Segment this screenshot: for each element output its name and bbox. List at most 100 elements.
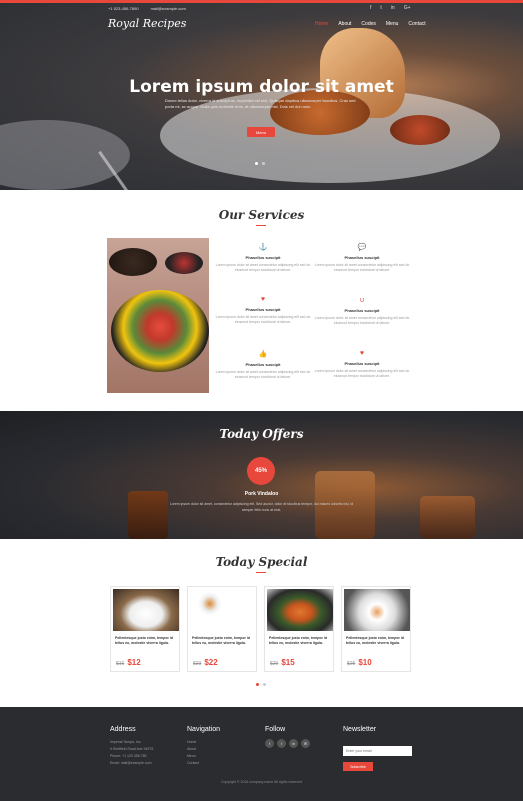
services-food-image xyxy=(107,238,209,393)
footer-link[interactable]: About xyxy=(187,746,220,753)
service-text: Lorem ipsum dolor sit amet consectetur a… xyxy=(215,315,311,324)
old-price: $16 xyxy=(116,661,125,667)
linkedin-icon[interactable]: in xyxy=(289,739,298,748)
menu-item-about[interactable]: About xyxy=(338,21,351,27)
linkedin-icon[interactable]: in xyxy=(391,5,395,11)
footer-address: Address Imperial Tampa, Inc. 9 Sheffield… xyxy=(110,726,153,767)
dish-description: Pellentesque justo enim, tempor id tellu… xyxy=(346,636,404,645)
heartbeat-icon: ♥ xyxy=(359,350,365,357)
service-title: Phasellus suscipit xyxy=(245,255,281,260)
menu-item-contact[interactable]: Contact xyxy=(408,21,425,27)
service-item: ∪ Phasellus suscipit Lorem ipsum dolor s… xyxy=(312,296,412,326)
menu-item-codes[interactable]: Codes xyxy=(361,21,375,27)
address-line: Imperial Tampa, Inc. xyxy=(110,740,142,744)
logo[interactable]: Royal Recipes xyxy=(108,17,186,30)
footer-socials: f t in ✉ xyxy=(265,739,310,748)
dish-description: Pellentesque justo enim, tempor id tellu… xyxy=(192,636,250,645)
newsletter-email-input[interactable] xyxy=(343,746,412,756)
service-item: 💬 Phasellus suscipit Lorem ipsum dolor s… xyxy=(312,243,412,273)
old-price: $33 xyxy=(193,661,202,667)
footer-follow: Follow f t in ✉ xyxy=(265,726,310,748)
service-title: Phasellus suscipit xyxy=(245,307,281,312)
service-item: 👍 Phasellus suscipit Lorem ipsum dolor s… xyxy=(213,350,313,380)
slider-dot[interactable] xyxy=(262,162,265,165)
address-line: 9 Sheffield Road Ave 34975 xyxy=(110,747,154,751)
hero-menu-button[interactable]: Menu xyxy=(247,127,275,137)
title-underline xyxy=(256,225,266,226)
price: $25 $10 xyxy=(347,658,372,667)
subscribe-button[interactable]: Subscribe xyxy=(343,762,373,771)
footer-heading: Navigation xyxy=(187,726,221,733)
new-price: $10 xyxy=(358,658,372,667)
sauce-bowl-image xyxy=(109,248,157,276)
offer-text: Lorem ipsum dolor sit amet, consectetur … xyxy=(169,502,354,512)
footer-heading: Newsletter xyxy=(343,726,377,733)
anchor-icon: ⚓ xyxy=(258,244,268,251)
slider-dot[interactable] xyxy=(255,162,258,165)
dish-image xyxy=(267,589,333,631)
twitter-icon[interactable]: t xyxy=(277,739,286,748)
special-card[interactable]: Pellentesque justo enim, tempor id tellu… xyxy=(264,586,334,672)
google-plus-icon[interactable]: G+ xyxy=(404,5,411,11)
service-title: Phasellus suscipit xyxy=(245,362,281,367)
food-image xyxy=(390,115,450,145)
salad-bowl-image xyxy=(111,290,209,372)
dish-image xyxy=(113,589,179,631)
sauce-bowl-image xyxy=(165,252,203,274)
facebook-icon[interactable]: f xyxy=(265,739,274,748)
hero-section: +1 523-456-7890 mail@example.com f t in … xyxy=(0,0,523,190)
carousel-dot[interactable] xyxy=(263,683,266,686)
service-item: ♥ Phasellus suscipit Lorem ipsum dolor s… xyxy=(213,296,313,325)
special-card[interactable]: Pellentesque justo enim, tempor id tellu… xyxy=(341,586,411,672)
service-text: Lorem ipsum dolor sit amet consectetur a… xyxy=(215,263,311,272)
offers-section: Today Offers 45% Pork Vindaloo Lorem ips… xyxy=(0,411,523,539)
copyright: Copyright © 2016 company name All rights… xyxy=(221,780,302,784)
address-line: Email: mail@example.com xyxy=(110,761,152,765)
drink-image xyxy=(128,491,168,539)
service-text: Lorem ipsum dolor sit amet consectetur a… xyxy=(314,316,410,325)
hero-title: Lorem ipsum dolor sit amet xyxy=(129,77,394,97)
phone-text: +1 523-456-7890 xyxy=(108,6,139,11)
footer-link[interactable]: Menu xyxy=(187,753,220,760)
menu-item-menu[interactable]: Menu xyxy=(386,21,399,27)
service-title: Phasellus suscipit xyxy=(344,361,380,366)
price: $20 $15 xyxy=(270,658,295,667)
footer: Address Imperial Tampa, Inc. 9 Sheffield… xyxy=(0,707,523,801)
menu-item-home[interactable]: Home xyxy=(315,21,328,27)
dish-image xyxy=(190,589,256,631)
dish-description: Pellentesque justo enim, tempor id tellu… xyxy=(269,636,327,645)
thumbs-up-icon: 👍 xyxy=(258,351,268,358)
footer-link[interactable]: Home xyxy=(187,739,220,746)
special-card[interactable]: Pellentesque justo enim, tempor id tellu… xyxy=(110,586,180,672)
magnet-icon: ∪ xyxy=(359,297,365,304)
service-text: Lorem ipsum dolor sit amet consectetur a… xyxy=(314,369,410,378)
footer-newsletter: Newsletter Subscribe xyxy=(343,726,412,771)
carousel-dot[interactable] xyxy=(256,683,259,686)
new-price: $22 xyxy=(204,658,218,667)
service-text: Lorem ipsum dolor sit amet consectetur a… xyxy=(215,370,311,379)
dish-description: Pellentesque justo enim, tempor id tellu… xyxy=(115,636,173,645)
mail-icon[interactable]: ✉ xyxy=(301,739,310,748)
email-text[interactable]: mail@example.com xyxy=(151,6,186,11)
new-price: $12 xyxy=(127,658,141,667)
chat-icon: 💬 xyxy=(357,244,367,251)
topbar-socials: f t in G+ xyxy=(370,5,411,11)
special-title: Today Special xyxy=(215,555,308,569)
carousel-dots xyxy=(256,683,266,686)
special-card[interactable]: Pellentesque justo enim, tempor id tellu… xyxy=(187,586,257,672)
topbar-contact: +1 523-456-7890 mail@example.com xyxy=(108,6,186,11)
facebook-icon[interactable]: f xyxy=(370,5,371,11)
price: $16 $12 xyxy=(116,658,141,667)
footer-heading: Address xyxy=(110,726,136,733)
footer-link[interactable]: Contact xyxy=(187,760,220,767)
service-text: Lorem ipsum dolor sit amet consectetur a… xyxy=(314,263,410,272)
service-item: ⚓ Phasellus suscipit Lorem ipsum dolor s… xyxy=(213,243,313,273)
dish-image xyxy=(344,589,410,631)
service-title: Phasellus suscipit xyxy=(344,308,380,313)
heart-icon: ♥ xyxy=(260,296,266,303)
title-underline xyxy=(256,572,266,573)
discount-badge: 45% xyxy=(247,457,275,485)
main-menu: Home About Codes Menu Contact xyxy=(315,21,426,27)
twitter-icon[interactable]: t xyxy=(380,5,381,11)
food-image xyxy=(420,496,475,539)
